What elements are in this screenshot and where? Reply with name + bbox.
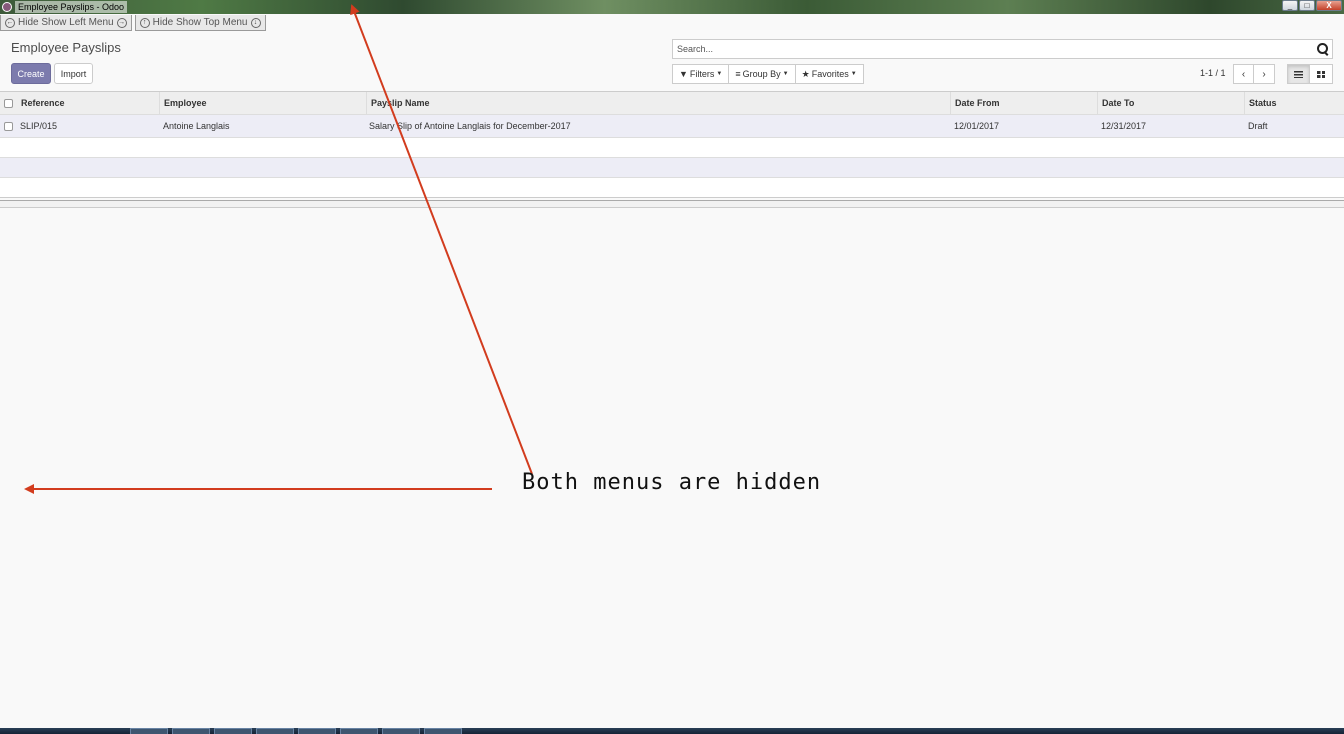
page-title: Employee Payslips	[11, 40, 121, 55]
cell-date-from: 12/01/2017	[954, 121, 1000, 131]
toggle-top-menu-label: Hide Show Top Menu	[152, 17, 248, 28]
menu-toggle-bar: ← Hide Show Left Menu → ↑ Hide Show Top …	[0, 15, 269, 32]
search-options: ▼ Filters ▼ ≡ Group By ▼ ★ Favorites ▼	[672, 64, 864, 84]
arrow-up-circle-icon: ↑	[139, 17, 150, 28]
arrow-down-circle-icon: ↓	[250, 17, 261, 28]
minimize-button[interactable]: _	[1282, 0, 1298, 11]
window-title: Employee Payslips - Odoo	[15, 1, 128, 13]
caret-down-icon: ▼	[782, 71, 789, 77]
arrow-to-top-menu	[350, 4, 533, 475]
row-checkbox[interactable]	[4, 122, 13, 131]
groupby-dropdown[interactable]: ≡ Group By ▼	[729, 64, 796, 84]
cell-date-to: 12/31/2017	[1101, 121, 1147, 131]
toggle-left-menu-label: Hide Show Left Menu	[18, 17, 114, 28]
column-date-to[interactable]: Date To	[1097, 92, 1134, 115]
favorites-dropdown[interactable]: ★ Favorites ▼	[795, 64, 864, 84]
column-payslip-name[interactable]: Payslip Name	[366, 92, 430, 115]
create-button[interactable]: Create	[11, 63, 51, 84]
filters-label: Filters	[689, 69, 715, 79]
column-employee[interactable]: Employee	[159, 92, 207, 115]
cell-payslip-name: Salary Slip of Antoine Langlais for Dece…	[369, 121, 571, 131]
cell-employee: Antoine Langlais	[163, 121, 230, 131]
column-reference[interactable]: Reference	[17, 92, 65, 115]
arrow-left-circle-icon: ←	[5, 17, 15, 28]
pager-next-button[interactable]: ›	[1254, 64, 1275, 84]
kanban-view-button[interactable]	[1310, 64, 1333, 84]
filters-dropdown[interactable]: ▼ Filters ▼	[672, 64, 730, 84]
toggle-top-menu-button[interactable]: ↑ Hide Show Top Menu ↓	[134, 15, 266, 31]
cell-reference: SLIP/015	[20, 121, 58, 131]
kanban-icon	[1317, 70, 1325, 78]
table-row[interactable]: SLIP/015 Antoine Langlais Salary Slip of…	[0, 115, 1344, 138]
window-controls: _ □ X	[1282, 0, 1342, 11]
taskbar-item[interactable]	[130, 728, 168, 734]
toggle-left-menu-button[interactable]: ← Hide Show Left Menu →	[0, 15, 132, 31]
table-footer	[0, 178, 1344, 198]
taskbar-item[interactable]	[214, 728, 252, 734]
empty-row	[0, 138, 1344, 158]
empty-row	[0, 158, 1344, 178]
caret-down-icon: ▼	[850, 71, 857, 77]
bars-icon: ≡	[735, 69, 741, 79]
select-all-checkbox[interactable]	[4, 99, 13, 108]
window-titlebar: Employee Payslips - Odoo _ □ X	[0, 0, 1344, 14]
search-input[interactable]	[677, 44, 1314, 54]
view-switcher	[1287, 64, 1333, 84]
arrow-right-circle-icon: →	[116, 17, 127, 28]
column-status[interactable]: Status	[1244, 92, 1277, 115]
pager-value[interactable]: 1-1 / 1	[1200, 68, 1226, 78]
taskbar-item[interactable]	[424, 728, 462, 734]
annotation-label: Both menus are hidden	[522, 470, 822, 495]
taskbar-item[interactable]	[340, 728, 378, 734]
star-icon: ★	[801, 68, 810, 79]
os-taskbar	[0, 728, 1344, 734]
taskbar-item[interactable]	[172, 728, 210, 734]
pager-previous-button[interactable]: ‹	[1233, 64, 1254, 84]
favorites-label: Favorites	[811, 69, 849, 79]
taskbar-item[interactable]	[298, 728, 336, 734]
close-button[interactable]: X	[1316, 0, 1342, 11]
payslip-table: Reference Employee Payslip Name Date Fro…	[0, 91, 1344, 198]
column-date-from[interactable]: Date From	[950, 92, 1000, 115]
maximize-button[interactable]: □	[1299, 0, 1315, 11]
filter-icon: ▼	[679, 69, 688, 79]
list-separator	[0, 200, 1344, 208]
groupby-label: Group By	[742, 69, 781, 79]
cell-status: Draft	[1248, 121, 1268, 131]
odoo-app-icon	[2, 2, 12, 12]
list-icon	[1294, 70, 1303, 78]
table-header: Reference Employee Payslip Name Date Fro…	[0, 91, 1344, 115]
caret-down-icon: ▼	[716, 71, 723, 77]
search-icon[interactable]	[1314, 41, 1330, 57]
import-button[interactable]: Import	[54, 63, 93, 84]
taskbar-item[interactable]	[382, 728, 420, 734]
list-view-button[interactable]	[1287, 64, 1310, 84]
pager-buttons: ‹ ›	[1233, 64, 1275, 84]
taskbar-item[interactable]	[256, 728, 294, 734]
search-bar	[672, 39, 1333, 59]
